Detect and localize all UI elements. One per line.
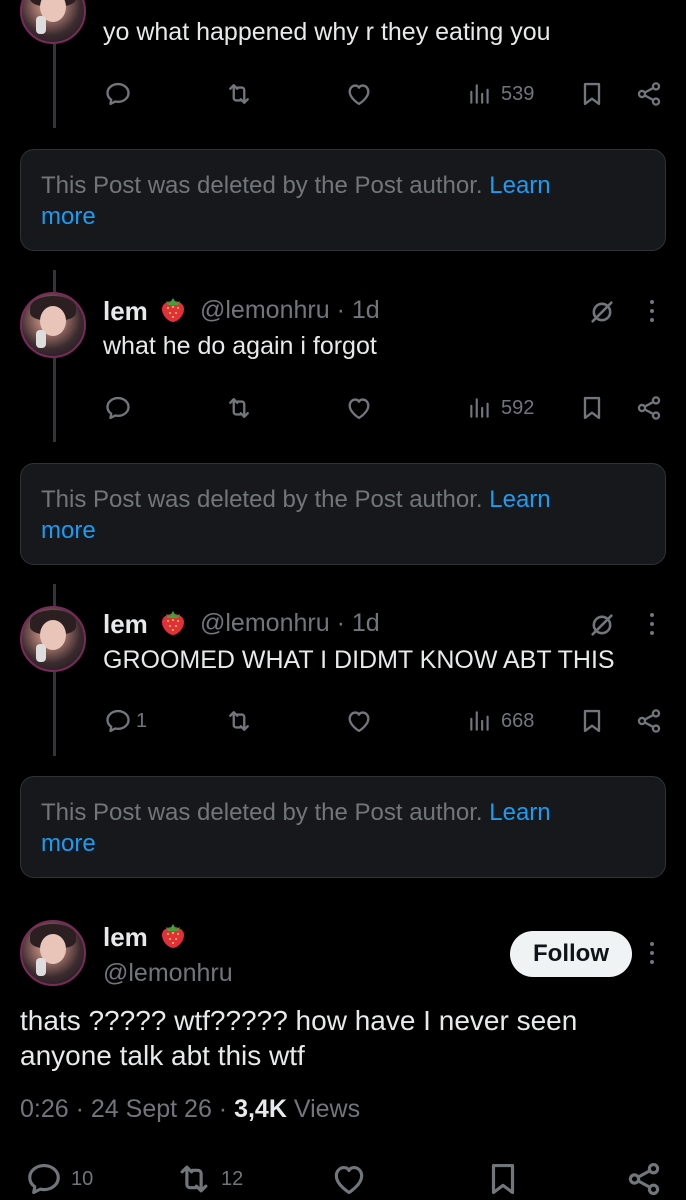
deleted-post-notice: This Post was deleted by the Post author… bbox=[20, 463, 666, 565]
views-label: Views bbox=[293, 1095, 361, 1123]
bookmark-icon bbox=[578, 707, 606, 735]
views-icon bbox=[467, 707, 493, 735]
share-button[interactable] bbox=[625, 1160, 663, 1198]
share-icon bbox=[635, 394, 663, 422]
bookmark-button[interactable] bbox=[484, 1160, 522, 1198]
heart-icon bbox=[345, 394, 373, 422]
author-name[interactable]: lem bbox=[103, 609, 148, 640]
bookmark-icon bbox=[578, 80, 606, 108]
reply-button[interactable] bbox=[104, 394, 132, 422]
thread-line bbox=[53, 672, 56, 756]
reply-icon bbox=[104, 394, 132, 422]
reply-icon bbox=[25, 1160, 63, 1198]
post-time: 0:26 bbox=[20, 1095, 69, 1123]
deleted-post-notice: This Post was deleted by the Post author… bbox=[20, 149, 666, 251]
deleted-text: This Post was deleted by the Post author… bbox=[41, 172, 483, 199]
thread-line bbox=[53, 358, 56, 442]
deleted-text: This Post was deleted by the Post author… bbox=[41, 799, 483, 826]
like-button[interactable] bbox=[345, 394, 373, 422]
strawberry-emoji bbox=[160, 921, 186, 949]
repost-icon bbox=[225, 394, 253, 422]
strawberry-emoji bbox=[160, 295, 186, 323]
like-button[interactable] bbox=[330, 1160, 368, 1198]
views-button[interactable]: 668 bbox=[467, 707, 534, 735]
share-button[interactable] bbox=[635, 80, 663, 108]
reply-icon bbox=[104, 80, 132, 108]
like-button[interactable] bbox=[345, 80, 373, 108]
reply-button[interactable] bbox=[104, 80, 132, 108]
repost-icon bbox=[225, 707, 253, 735]
share-button[interactable] bbox=[635, 394, 663, 422]
avatar[interactable] bbox=[20, 292, 86, 358]
reply-count: 10 bbox=[71, 1167, 94, 1190]
reply-text: yo what happened why r they eating you bbox=[103, 18, 551, 46]
share-button[interactable] bbox=[635, 707, 663, 735]
timestamp: · 1d bbox=[336, 609, 380, 637]
avatar[interactable] bbox=[20, 606, 86, 672]
repost-button[interactable] bbox=[225, 80, 253, 108]
author-handle[interactable]: @lemonhru · 1d bbox=[200, 609, 380, 638]
post-text-line: thats ????? wtf????? how have I never se… bbox=[20, 1005, 578, 1036]
bookmark-icon bbox=[578, 394, 606, 422]
views-count: 539 bbox=[501, 82, 535, 105]
repost-icon bbox=[175, 1160, 213, 1198]
deleted-text: This Post was deleted by the Post author… bbox=[41, 486, 483, 513]
timestamp: · 1d bbox=[336, 296, 380, 324]
share-icon bbox=[635, 80, 663, 108]
grok-icon[interactable] bbox=[588, 298, 616, 326]
repost-count: 12 bbox=[221, 1167, 244, 1190]
reply-text: GROOMED WHAT I DIDMT KNOW ABT THIS bbox=[103, 646, 615, 674]
avatar[interactable] bbox=[20, 0, 86, 44]
author-name[interactable]: lem bbox=[103, 922, 148, 953]
author-name[interactable]: lem bbox=[103, 296, 148, 327]
thread-line bbox=[53, 584, 56, 606]
reply-button[interactable]: 10 bbox=[25, 1160, 93, 1198]
bookmark-button[interactable] bbox=[578, 707, 606, 735]
thread-line bbox=[53, 44, 56, 128]
views-count[interactable]: 3,4K bbox=[234, 1095, 287, 1123]
repost-button[interactable] bbox=[225, 707, 253, 735]
reply-button[interactable]: 1 bbox=[104, 707, 147, 735]
thread-line bbox=[53, 270, 56, 292]
heart-icon bbox=[345, 707, 373, 735]
deleted-post-notice: This Post was deleted by the Post author… bbox=[20, 776, 666, 878]
share-icon bbox=[635, 707, 663, 735]
share-icon bbox=[625, 1160, 663, 1198]
avatar[interactable] bbox=[20, 920, 86, 986]
author-handle[interactable]: @lemonhru · 1d bbox=[200, 296, 380, 325]
post-meta: 0:26 · 24 Sept 26 · 3,4K Views bbox=[20, 1095, 361, 1123]
heart-icon bbox=[345, 80, 373, 108]
views-count: 592 bbox=[501, 396, 535, 419]
repost-icon bbox=[225, 80, 253, 108]
repost-button[interactable] bbox=[225, 394, 253, 422]
bookmark-button[interactable] bbox=[578, 394, 606, 422]
post-date: 24 Sept 26 bbox=[90, 1095, 212, 1123]
views-button[interactable]: 592 bbox=[467, 394, 534, 422]
more-icon[interactable] bbox=[650, 300, 656, 327]
views-button[interactable]: 539 bbox=[467, 80, 534, 108]
more-icon[interactable] bbox=[650, 942, 656, 969]
views-icon bbox=[467, 394, 493, 422]
more-icon[interactable] bbox=[650, 613, 656, 640]
follow-button[interactable]: Follow bbox=[510, 931, 632, 977]
views-count: 668 bbox=[501, 709, 535, 732]
like-button[interactable] bbox=[345, 707, 373, 735]
reply-icon bbox=[104, 707, 132, 735]
repost-button[interactable]: 12 bbox=[175, 1160, 243, 1198]
heart-icon bbox=[330, 1160, 368, 1198]
reply-text: what he do again i forgot bbox=[103, 332, 377, 360]
author-handle[interactable]: @lemonhru bbox=[103, 959, 233, 988]
views-icon bbox=[467, 80, 493, 108]
strawberry-emoji bbox=[160, 608, 186, 636]
bookmark-button[interactable] bbox=[578, 80, 606, 108]
reply-count: 1 bbox=[136, 709, 148, 732]
grok-icon[interactable] bbox=[588, 611, 616, 639]
bookmark-icon bbox=[484, 1160, 522, 1198]
post-text-line: anyone talk abt this wtf bbox=[20, 1040, 305, 1071]
